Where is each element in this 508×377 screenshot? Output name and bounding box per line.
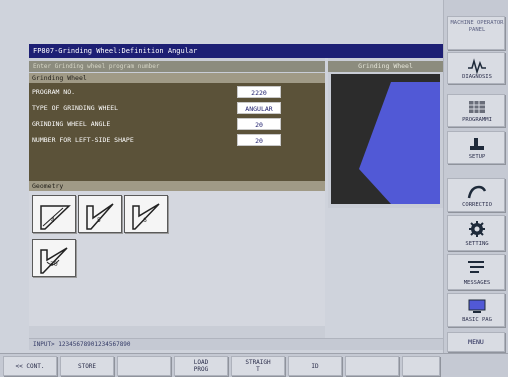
empty-softkey[interactable] (402, 356, 440, 376)
gear-icon (469, 221, 485, 237)
setting-button[interactable]: SETTING (447, 215, 505, 251)
param-label: NUMBER FOR LEFT-SIDE SHAPE (32, 136, 134, 144)
grinding-wheel-form: Enter Grinding wheel program number Grin… (29, 58, 325, 338)
svg-text:4: 4 (51, 217, 55, 224)
param-label: TYPE OF GRINDING WHEEL (32, 104, 119, 112)
correction-curve-icon (467, 185, 487, 199)
cnc-screen: FP807-Grinding Wheel:Definition Angular … (0, 0, 508, 377)
wheel-shape-graphic (359, 82, 440, 204)
input-line[interactable]: INPUT> 12345678901234567890 (29, 338, 443, 350)
menu-button[interactable]: MENU (447, 332, 505, 352)
param-row-wheel-type: TYPE OF GRINDING WHEEL ANGULAR (29, 101, 325, 115)
param-label: GRINDING WHEEL ANGLE (32, 120, 111, 128)
param-label: PROGRAM NO. (32, 88, 76, 96)
vertical-softkey-strip: MACHINE OPERATOR PANEL DIAGNOSIS PROGRAM… (443, 0, 508, 377)
window-title: FP807-Grinding Wheel:Definition Angular (29, 44, 443, 58)
horizontal-softkey-bar: << CONT. STORE LOAD PROG STRAIGH T ID (0, 353, 508, 377)
svg-text:5: 5 (97, 217, 101, 224)
messages-button[interactable]: MESSAGES (447, 254, 505, 290)
shape-5-icon: 5 (86, 203, 114, 230)
store-softkey[interactable]: STORE (60, 356, 114, 376)
straight-softkey[interactable]: STRAIGH T (231, 356, 285, 376)
param-row-left-side-shape: NUMBER FOR LEFT-SIDE SHAPE 20 (29, 133, 325, 147)
geometry-shape-button[interactable]: 6 (124, 195, 168, 233)
basic-page-label: BASIC PAG (462, 317, 492, 323)
empty-softkey[interactable] (117, 356, 171, 376)
programming-button[interactable]: PROGRAMMI (447, 94, 505, 127)
id-softkey[interactable]: ID (288, 356, 342, 376)
param-row-wheel-angle: GRINDING WHEEL ANGLE 20 (29, 117, 325, 131)
geometry-shape-area: 4 5 6 30 (29, 191, 325, 326)
load-program-softkey[interactable]: LOAD PROG (174, 356, 228, 376)
grinding-wheel-section-header: Grinding Wheel (29, 73, 325, 83)
grinding-wheel-preview: Grinding Wheel (328, 58, 443, 208)
empty-softkey[interactable] (345, 356, 399, 376)
param-row-program-no: PROGRAM NO. 2220 (29, 85, 325, 99)
message-list-icon (468, 261, 484, 273)
left-side-shape-field[interactable]: 20 (237, 134, 281, 146)
geometry-shape-button[interactable]: 4 (32, 195, 76, 233)
diagnosis-button[interactable]: DIAGNOSIS (447, 52, 505, 84)
setting-label: SETTING (465, 241, 489, 247)
wheel-preview-label: Grinding Wheel (328, 61, 443, 72)
shape-4-icon: 4 (40, 205, 71, 230)
wheel-angle-field[interactable]: 20 (237, 118, 281, 130)
geometry-shape-button[interactable]: 30 (32, 239, 76, 277)
geometry-shape-button[interactable]: 5 (78, 195, 122, 233)
parameter-list: PROGRAM NO. 2220 TYPE OF GRINDING WHEEL … (29, 83, 325, 181)
setup-tool-icon (470, 138, 484, 150)
svg-text:6: 6 (143, 217, 147, 224)
messages-label: MESSAGES (463, 280, 491, 286)
program-no-field[interactable]: 2220 (237, 86, 281, 98)
programming-label: PROGRAMMI (462, 117, 492, 123)
wheel-type-field[interactable]: ANGULAR (237, 102, 281, 114)
setup-button[interactable]: SETUP (447, 131, 505, 164)
machine-operator-panel-icon: MACHINE OPERATOR PANEL (450, 20, 504, 33)
geometry-section-header: Geometry (29, 181, 325, 191)
basic-page-button[interactable]: BASIC PAG (447, 293, 505, 327)
shape-30-icon: 30 (40, 247, 68, 274)
diagnosis-label: DIAGNOSIS (462, 74, 492, 80)
machine-operator-panel-button[interactable]: MACHINE OPERATOR PANEL (447, 16, 505, 50)
program-grid-icon (469, 101, 485, 113)
monitor-icon (468, 299, 486, 313)
waveform-icon (468, 58, 486, 74)
prompt-line: Enter Grinding wheel program number (29, 61, 325, 72)
correction-label: CORRECTIO (462, 202, 492, 208)
shape-6-icon: 6 (132, 203, 160, 230)
correction-button[interactable]: CORRECTIO (447, 178, 505, 212)
continue-softkey[interactable]: << CONT. (3, 356, 57, 376)
svg-text:30: 30 (50, 261, 58, 268)
wheel-preview-canvas (331, 74, 440, 204)
setup-label: SETUP (468, 154, 486, 160)
